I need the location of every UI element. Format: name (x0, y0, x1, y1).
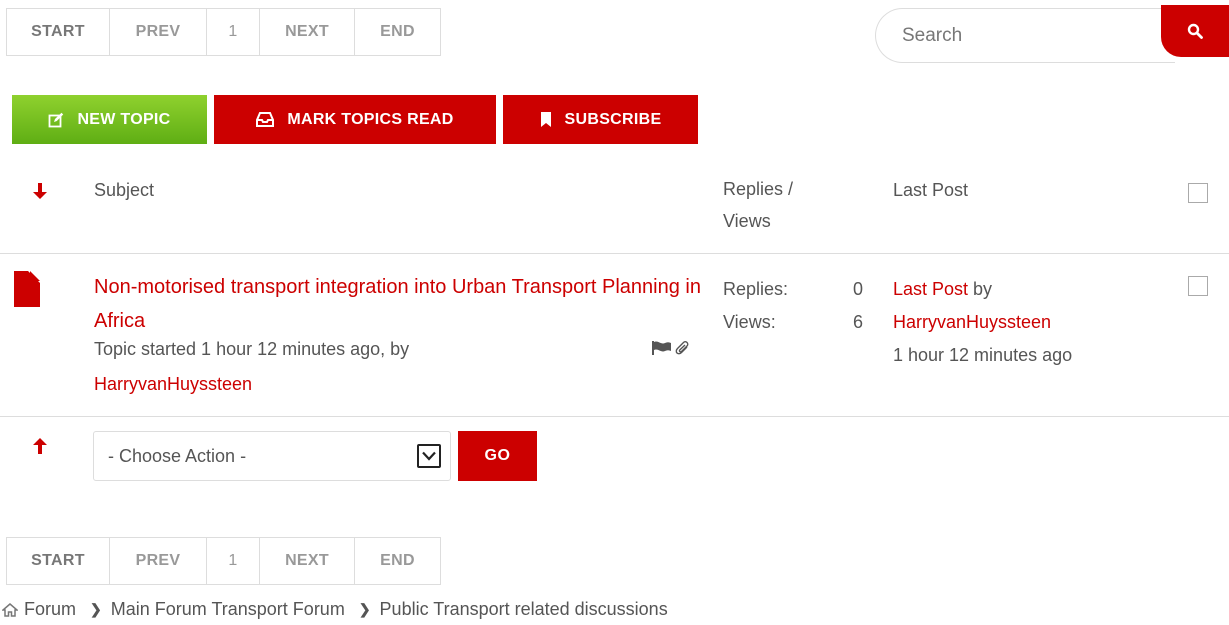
last-post-time: 1 hour 12 minutes ago (893, 345, 1073, 365)
search-icon (1187, 23, 1203, 39)
choose-action-value: - Choose Action - (108, 445, 247, 466)
bulk-actions: - Choose Action - GO (0, 431, 700, 481)
pagination-page-button[interactable]: 1 (207, 538, 260, 584)
search-input[interactable] (875, 8, 1175, 63)
search-box (875, 5, 1229, 63)
pagination-next-button[interactable]: NEXT (260, 538, 355, 584)
edit-icon (49, 112, 64, 127)
pagination-prev-button[interactable]: PREV (110, 538, 207, 584)
bookmark-icon (540, 112, 551, 127)
views-count: 6 (852, 312, 863, 332)
breadcrumb-main-forum[interactable]: Main Forum Transport Forum (111, 599, 345, 620)
go-button[interactable]: GO (458, 431, 537, 481)
document-icon (14, 271, 40, 307)
replies-label: Replies: (723, 279, 789, 299)
pagination-start-button[interactable]: START (7, 9, 110, 55)
subject-column-header: Subject (94, 180, 155, 200)
sort-up-arrow-icon[interactable] (31, 437, 49, 455)
replies-views-column-header: Replies / Views (723, 179, 794, 231)
replies-count: 0 (852, 279, 863, 299)
pagination-bottom: START PREV 1 NEXT END (6, 537, 441, 585)
table-row: Non-motorised transport integration into… (0, 255, 1229, 417)
last-post-link[interactable]: Last Post (893, 279, 968, 299)
topic-started-meta: Topic started 1 hour 12 minutes ago, by (94, 339, 410, 359)
last-post-info: Last Post by HarryvanHuyssteen 1 hour 12… (893, 273, 1072, 372)
topic-actions: NEW TOPIC MARK TOPICS READ SUBSCRIBE (12, 95, 705, 144)
new-topic-button[interactable]: NEW TOPIC (12, 95, 207, 144)
chevron-right-icon: ❯ (358, 601, 371, 617)
inbox-icon (256, 112, 275, 127)
last-post-by-text: by (968, 279, 993, 299)
breadcrumb: Forum ❯ Main Forum Transport Forum ❯ Pub… (2, 599, 668, 620)
select-all-checkbox[interactable] (1188, 183, 1208, 203)
chevron-right-icon: ❯ (90, 601, 102, 617)
sort-down-arrow-icon[interactable] (31, 182, 49, 200)
search-button[interactable] (1161, 5, 1229, 57)
pagination-end-button[interactable]: END (355, 9, 440, 55)
breadcrumb-forum[interactable]: Forum (24, 599, 76, 620)
topic-checkbox[interactable] (1188, 276, 1208, 296)
topic-flags (652, 341, 691, 357)
flag-icon (652, 341, 671, 355)
mark-topics-read-button[interactable]: MARK TOPICS READ (214, 95, 496, 144)
pagination-end-button[interactable]: END (355, 538, 440, 584)
home-icon (2, 602, 18, 617)
subscribe-label: SUBSCRIBE (564, 110, 662, 128)
pagination-top: START PREV 1 NEXT END (6, 8, 441, 56)
views-label: Views: (723, 312, 776, 332)
last-post-column-header: Last Post (893, 180, 969, 200)
topic-author-link[interactable]: HarryvanHuyssteen (94, 374, 252, 395)
topic-stats: Replies: 0 Views: 6 (723, 273, 863, 339)
pagination-prev-button[interactable]: PREV (110, 9, 207, 55)
last-post-author-link[interactable]: HarryvanHuyssteen (893, 312, 1051, 332)
pagination-page-button[interactable]: 1 (207, 9, 260, 55)
topic-title-link[interactable]: Non-motorised transport integration into… (94, 270, 704, 338)
paperclip-icon (675, 341, 689, 355)
choose-action-select[interactable]: - Choose Action - (93, 431, 451, 481)
chevron-down-icon (417, 444, 441, 468)
breadcrumb-category[interactable]: Public Transport related discussions (380, 599, 668, 620)
topic-table-header: Subject Replies / Views Last Post (0, 176, 1229, 254)
mark-topics-read-label: MARK TOPICS READ (287, 110, 454, 128)
new-topic-label: NEW TOPIC (77, 110, 171, 128)
pagination-next-button[interactable]: NEXT (260, 9, 355, 55)
subscribe-button[interactable]: SUBSCRIBE (503, 95, 698, 144)
pagination-start-button[interactable]: START (7, 538, 110, 584)
